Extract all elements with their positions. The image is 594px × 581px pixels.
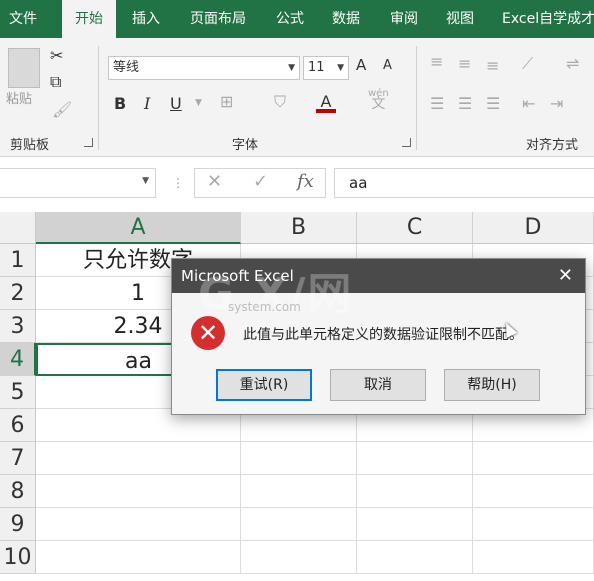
row-header-10[interactable]: 10 [0, 541, 36, 574]
retry-button[interactable]: 重试(R) [216, 369, 312, 401]
tab-file[interactable]: 文件 [0, 0, 46, 38]
clipboard-launcher-icon[interactable] [84, 138, 93, 147]
border-icon[interactable]: ⊞ [220, 92, 233, 111]
cell-c10[interactable] [357, 541, 473, 574]
tab-review[interactable]: 审阅 [380, 0, 428, 38]
row-header-7[interactable]: 7 [0, 442, 36, 475]
tab-view[interactable]: 视图 [436, 0, 484, 38]
cell-a8[interactable] [36, 475, 241, 508]
row-header-5[interactable]: 5 [0, 376, 36, 409]
chevron-down-icon: ▼ [288, 63, 295, 73]
row-header-9[interactable]: 9 [0, 508, 36, 541]
help-button[interactable]: 帮助(H) [444, 369, 540, 401]
dialog-message: 此值与此单元格定义的数据验证限制不匹配。 [243, 327, 523, 343]
tab-data[interactable]: 数据 [322, 0, 370, 38]
italic-button[interactable]: I [144, 94, 150, 113]
align-bottom-icon[interactable]: ≡ [486, 56, 499, 75]
tab-excel-zixue[interactable]: Excel自学成才 [494, 0, 594, 38]
column-header-b[interactable]: B [241, 212, 357, 244]
decrease-indent-icon[interactable]: ⇤ [522, 94, 535, 113]
font-name-value: 等线 [113, 60, 140, 75]
name-box[interactable]: ▼ [0, 168, 156, 198]
cell-d10[interactable] [473, 541, 594, 574]
enter-icon[interactable]: ✓ [253, 171, 268, 192]
cell-d7[interactable] [473, 442, 594, 475]
row-header-8[interactable]: 8 [0, 475, 36, 508]
column-header-a[interactable]: A [36, 212, 241, 244]
chevron-down-icon[interactable]: ▼ [142, 176, 149, 186]
font-size-select[interactable]: 11 ▼ [303, 56, 349, 80]
close-icon[interactable]: ✕ [558, 259, 573, 293]
cancel-button[interactable]: 取消 [330, 369, 426, 401]
increase-indent-icon[interactable]: ⇥ [550, 94, 563, 113]
fill-color-icon[interactable]: ⛉ [274, 92, 286, 112]
font-size-value: 11 [308, 60, 325, 75]
bold-button[interactable]: B [114, 94, 126, 113]
select-all-corner[interactable] [0, 212, 36, 244]
chevron-down-icon[interactable]: ▼ [195, 98, 202, 108]
align-middle-icon[interactable]: ≡ [458, 54, 471, 73]
alignment-group-label: 对齐方式 [526, 138, 579, 153]
divider [98, 46, 99, 150]
cell-d9[interactable] [473, 508, 594, 541]
cell-b10[interactable] [241, 541, 357, 574]
row-header-2[interactable]: 2 [0, 277, 36, 310]
font-launcher-icon[interactable] [402, 138, 411, 147]
align-left-icon[interactable]: ☰ [430, 94, 444, 113]
paste-button[interactable]: 粘贴 [6, 88, 32, 107]
align-center-icon[interactable]: ☰ [458, 94, 472, 113]
chevron-down-icon: ▼ [337, 63, 344, 73]
row-header-4[interactable]: 4 [0, 343, 36, 376]
wrap-text-icon[interactable]: ⇌ [566, 54, 579, 73]
orientation-icon[interactable]: ⟋ [522, 54, 533, 74]
watermark-subtext: system.com [228, 300, 301, 314]
cell-c8[interactable] [357, 475, 473, 508]
formula-input[interactable]: aa [334, 168, 594, 198]
clipboard-group-label: 剪贴板 [10, 138, 50, 153]
tab-page-layout[interactable]: 页面布局 [180, 0, 256, 38]
ribbon-home: 粘贴 ✂ ⧉ 🖌 剪贴板 等线 ▼ 11 ▼ A A B I U ▼ ⊞ ⛉ A… [0, 38, 594, 157]
cancel-icon[interactable]: ✕ [207, 171, 222, 192]
cell-b9[interactable] [241, 508, 357, 541]
cut-icon[interactable]: ✂ [50, 46, 63, 65]
row-header-1[interactable]: 1 [0, 244, 36, 277]
cell-c9[interactable] [357, 508, 473, 541]
tab-formulas[interactable]: 公式 [266, 0, 314, 38]
insert-function-button[interactable]: fx [297, 171, 314, 192]
tab-insert[interactable]: 插入 [122, 0, 170, 38]
cell-a7[interactable] [36, 442, 241, 475]
align-top-icon[interactable]: ≡ [430, 52, 443, 71]
font-color-icon: A [320, 92, 332, 111]
phonetic-button[interactable]: wén 文 [368, 88, 389, 112]
phonetic-char: 文 [371, 96, 386, 112]
ribbon-tab-bar: 文件 开始 插入 页面布局 公式 数据 审阅 视图 Excel自学成才 [0, 0, 594, 38]
column-header-d[interactable]: D [473, 212, 594, 244]
cell-c7[interactable] [357, 442, 473, 475]
formula-bar-handle-icon[interactable]: ⋮ [172, 176, 184, 190]
cell-a10[interactable] [36, 541, 241, 574]
font-group-label: 字体 [232, 138, 259, 153]
formula-buttons: ✕ ✓ fx [194, 168, 326, 198]
align-right-icon[interactable]: ☰ [486, 94, 500, 113]
cell-d8[interactable] [473, 475, 594, 508]
cell-b8[interactable] [241, 475, 357, 508]
font-name-select[interactable]: 等线 ▼ [108, 56, 300, 80]
shrink-font-button[interactable]: A [383, 58, 392, 73]
column-header-c[interactable]: C [357, 212, 473, 244]
underline-button[interactable]: U [170, 94, 182, 113]
font-color-button[interactable]: A [316, 92, 336, 113]
cell-b7[interactable] [241, 442, 357, 475]
copy-icon[interactable]: ⧉ [50, 72, 61, 92]
row-header-6[interactable]: 6 [0, 409, 36, 442]
clipboard-icon[interactable] [8, 48, 40, 88]
cell-a9[interactable] [36, 508, 241, 541]
divider [416, 46, 417, 150]
tab-home[interactable]: 开始 [62, 0, 116, 38]
row-header-3[interactable]: 3 [0, 310, 36, 343]
grow-font-button[interactable]: A [356, 56, 366, 74]
format-painter-icon[interactable]: 🖌 [52, 100, 72, 119]
